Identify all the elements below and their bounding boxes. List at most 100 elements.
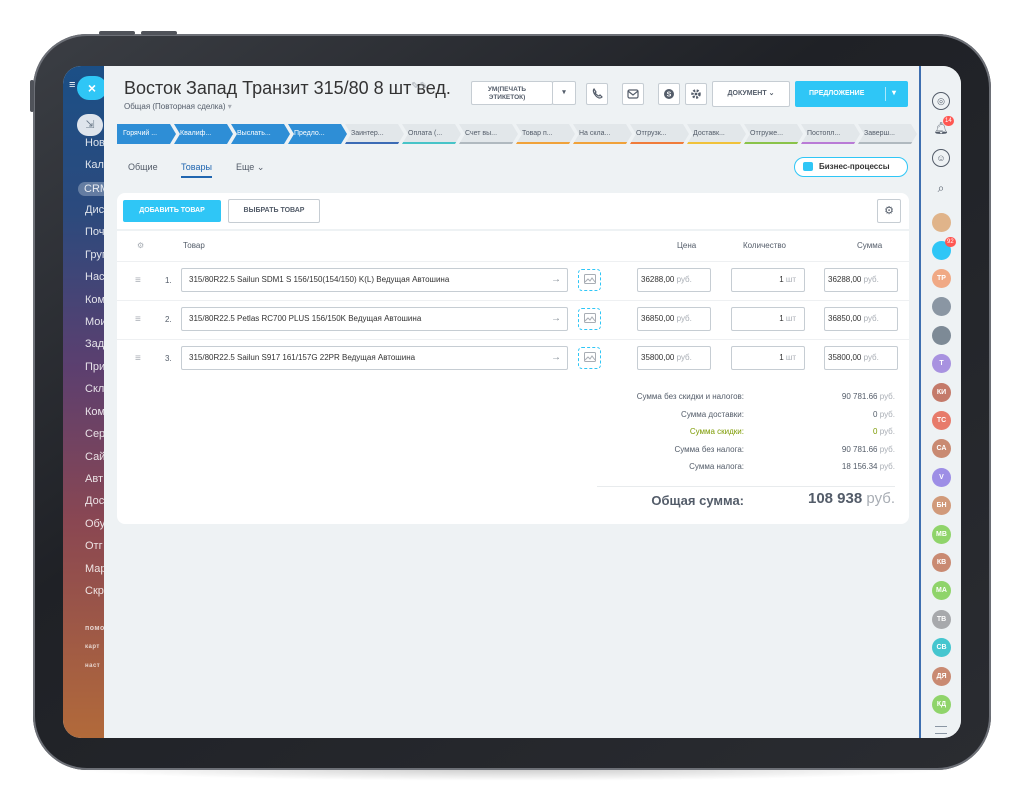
avatar[interactable]: КВ [932,553,951,572]
avatar[interactable]: СВ [932,638,951,658]
stage-14[interactable]: Заверш... [858,124,917,144]
sidebar-item-5[interactable]: Почт [85,226,104,238]
product-name-field[interactable]: 315/80R22.5 Sailun SDM1 S 156/150(154/15… [181,268,568,292]
sidebar-item-18[interactable]: Обу [85,518,104,530]
sidebar-item-7[interactable]: Наст [85,271,104,283]
sum-field[interactable]: 36288,00 руб. [824,268,898,292]
quantity-field[interactable]: 1 шт [731,268,805,292]
sidebar-footer-item-1[interactable]: помо [85,625,104,632]
print-labels-button[interactable]: УМ(ПЕЧАТЬ ЭТИКЕТОК) [471,81,553,105]
stage-7[interactable]: Счет вы... [459,124,518,144]
stage-13[interactable]: Постопл... [801,124,860,144]
stage-1[interactable]: Горячий ... [117,124,176,144]
stage-12[interactable]: Отгруже... [744,124,803,144]
price-field[interactable]: 36288,00 руб. [637,268,711,292]
sidebar-item-3[interactable]: CRM [78,182,104,196]
price-field[interactable]: 35800,00 руб. [637,346,711,370]
avatar[interactable]: КИ [932,382,951,402]
products-settings-button[interactable]: ⚙ [877,199,901,223]
avatar[interactable]: ТР [932,269,951,288]
sidebar-item-16[interactable]: Авт [85,473,103,485]
drag-handle-icon[interactable]: ≡ [135,275,141,286]
chevron-down-icon[interactable]: ▾ [892,88,896,97]
add-product-button[interactable]: ДОБАВИТЬ ТОВАР [123,200,221,222]
email-button[interactable] [622,83,644,105]
quantity-field[interactable]: 1 шт [731,307,805,331]
sidebar-item-1[interactable]: Нов [85,137,104,149]
avatar[interactable]: БН [932,496,951,516]
stage-10[interactable]: Отгрузк... [630,124,689,144]
product-name-field[interactable]: 315/80R22.5 Sailun S917 161/157G 22PR Ве… [181,346,568,370]
avatar[interactable]: V [932,467,951,487]
sidebar-footer-item-2[interactable]: карт [85,644,100,650]
document-button[interactable]: ДОКУМЕНТ ⌄ [712,81,790,107]
avatar[interactable]: КД [932,695,951,714]
avatar[interactable] [932,213,951,232]
sidebar-item-20[interactable]: Мар [85,563,104,575]
sidebar-footer-item-3[interactable]: наст [85,663,100,669]
skype-button[interactable]: S [658,83,680,105]
select-product-button[interactable]: ВЫБРАТЬ ТОВАР [228,199,320,223]
tab-general[interactable]: Общие [128,162,158,172]
sidebar-item-10[interactable]: Зада [85,338,104,350]
avatar[interactable]: ТС [932,411,951,430]
avatar[interactable]: ДЯ [932,666,951,686]
sidebar-item-11[interactable]: При [85,361,104,373]
sidebar-item-2[interactable]: Кале [85,159,104,171]
arrow-right-icon[interactable]: → [551,308,561,330]
avatar[interactable]: МА [932,581,951,601]
arrow-right-icon[interactable]: → [551,347,561,369]
price-field[interactable]: 36850,00 руб. [637,307,711,331]
more-contacts-icon[interactable] [935,726,947,734]
stage-6[interactable]: Оплата (... [402,124,461,144]
collapse-icon[interactable]: ⇲ [77,114,103,136]
deal-category[interactable]: Общая (Повторная сделка) ▾ [124,102,232,111]
sidebar-item-13[interactable]: Ком [85,406,104,418]
sidebar-item-14[interactable]: Сер [85,428,104,440]
bitrix-logo-icon[interactable]: ◎ [932,92,950,110]
stage-5[interactable]: Заинтер... [345,124,404,144]
edit-title-icon[interactable]: ✎✎ [411,81,428,92]
close-menu-button[interactable]: × [77,76,107,100]
stage-9[interactable]: На скла... [573,124,632,144]
stage-2[interactable]: Квалиф... [174,124,233,144]
stage-3[interactable]: Выслать... [231,124,290,144]
stage-11[interactable]: Доставк... [687,124,746,144]
proposal-button[interactable]: ПРЕДЛОЖЕНИЕ ▾ [795,81,908,107]
tab-more[interactable]: Еще ⌄ [236,162,264,173]
product-name-field[interactable]: 315/80R22.5 Petlas RC700 PLUS 156/150K В… [181,307,568,331]
search-icon[interactable]: ⌕ [932,180,950,198]
avatar[interactable]: ТВ [932,609,951,629]
quantity-field[interactable]: 1 шт [731,346,805,370]
drag-handle-icon[interactable]: ≡ [135,353,141,364]
avatar[interactable] [932,325,951,345]
sidebar-item-4[interactable]: Дис [85,204,104,216]
drag-handle-icon[interactable]: ≡ [135,314,141,325]
stage-4[interactable]: Предло... [288,124,347,144]
stage-8[interactable]: Товар п... [516,124,575,144]
column-settings-icon[interactable]: ⚙ [137,241,144,250]
print-labels-dropdown[interactable]: ▾ [552,81,576,105]
tab-products[interactable]: Товары [181,162,212,178]
sum-field[interactable]: 36850,00 руб. [824,307,898,331]
business-processes-button[interactable]: Бизнес-процессы [794,157,908,177]
settings-button[interactable] [685,83,707,105]
avatar[interactable]: Т [932,354,951,374]
sidebar-item-6[interactable]: Груп [85,249,104,261]
sum-field[interactable]: 35800,00 руб. [824,346,898,370]
phone-button[interactable] [586,83,608,105]
sidebar-item-8[interactable]: Ком [85,294,104,306]
chat-icon[interactable]: ☺ [932,149,950,167]
sidebar-item-9[interactable]: Мои [85,316,104,328]
avatar[interactable]: СА [932,439,951,459]
product-image-slot[interactable] [578,347,601,369]
product-image-slot[interactable] [578,269,601,291]
sidebar-item-19[interactable]: Отг [85,540,103,552]
sidebar-item-17[interactable]: Дос [85,495,104,507]
sidebar-item-15[interactable]: Сай [85,451,104,463]
product-image-slot[interactable] [578,308,601,330]
avatar[interactable]: МВ [932,524,951,544]
sidebar-item-12[interactable]: Скла [85,383,104,395]
avatar[interactable] [932,297,951,317]
arrow-right-icon[interactable]: → [551,269,561,291]
